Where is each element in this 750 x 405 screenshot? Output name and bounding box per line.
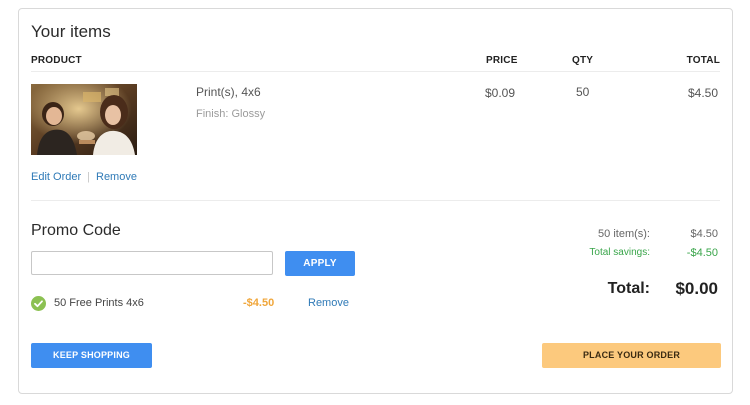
savings-value: -$4.50 bbox=[686, 247, 718, 259]
check-circle-icon bbox=[31, 296, 46, 311]
item-divider bbox=[31, 200, 720, 201]
product-thumbnail[interactable] bbox=[31, 84, 137, 155]
cart-panel: Your items PRODUCT PRICE QTY TOTAL Print… bbox=[18, 8, 733, 394]
place-order-button[interactable]: PLACE YOUR ORDER bbox=[542, 343, 721, 368]
remove-item-link[interactable]: Remove bbox=[96, 171, 137, 183]
apply-promo-button[interactable]: APPLY bbox=[285, 251, 355, 276]
column-header-price: PRICE bbox=[486, 55, 518, 66]
promo-code-input[interactable] bbox=[31, 251, 273, 275]
product-name: Print(s), 4x6 bbox=[196, 85, 261, 99]
savings-label: Total savings: bbox=[589, 247, 650, 258]
applied-promo-name: 50 Free Prints 4x6 bbox=[54, 297, 144, 309]
item-price: $0.09 bbox=[485, 86, 516, 100]
edit-order-link[interactable]: Edit Order bbox=[31, 171, 81, 183]
applied-promo: 50 Free Prints 4x6 -$4.50 Remove bbox=[31, 296, 361, 312]
order-total-value: $0.00 bbox=[675, 279, 718, 298]
items-subtotal: $4.50 bbox=[690, 228, 718, 240]
column-header-total: TOTAL bbox=[686, 55, 720, 66]
cart-title: Your items bbox=[31, 22, 111, 41]
item-quantity: 50 bbox=[576, 85, 590, 99]
remove-promo-link[interactable]: Remove bbox=[308, 297, 349, 309]
item-actions: Edit Order | Remove bbox=[31, 171, 137, 183]
order-total-label: Total: bbox=[607, 280, 650, 297]
product-finish: Finish: Glossy bbox=[196, 108, 266, 120]
column-header-qty: QTY bbox=[572, 55, 594, 66]
applied-promo-amount: -$4.50 bbox=[243, 297, 275, 309]
link-separator: | bbox=[87, 171, 90, 183]
item-total: $4.50 bbox=[687, 86, 718, 100]
keep-shopping-button[interactable]: KEEP SHOPPING bbox=[31, 343, 152, 368]
items-count-label: 50 item(s): bbox=[598, 228, 650, 240]
column-header-product: PRODUCT bbox=[31, 55, 82, 66]
header-divider bbox=[31, 71, 720, 72]
product-photo-image bbox=[31, 84, 137, 155]
promo-code-title: Promo Code bbox=[31, 222, 121, 239]
